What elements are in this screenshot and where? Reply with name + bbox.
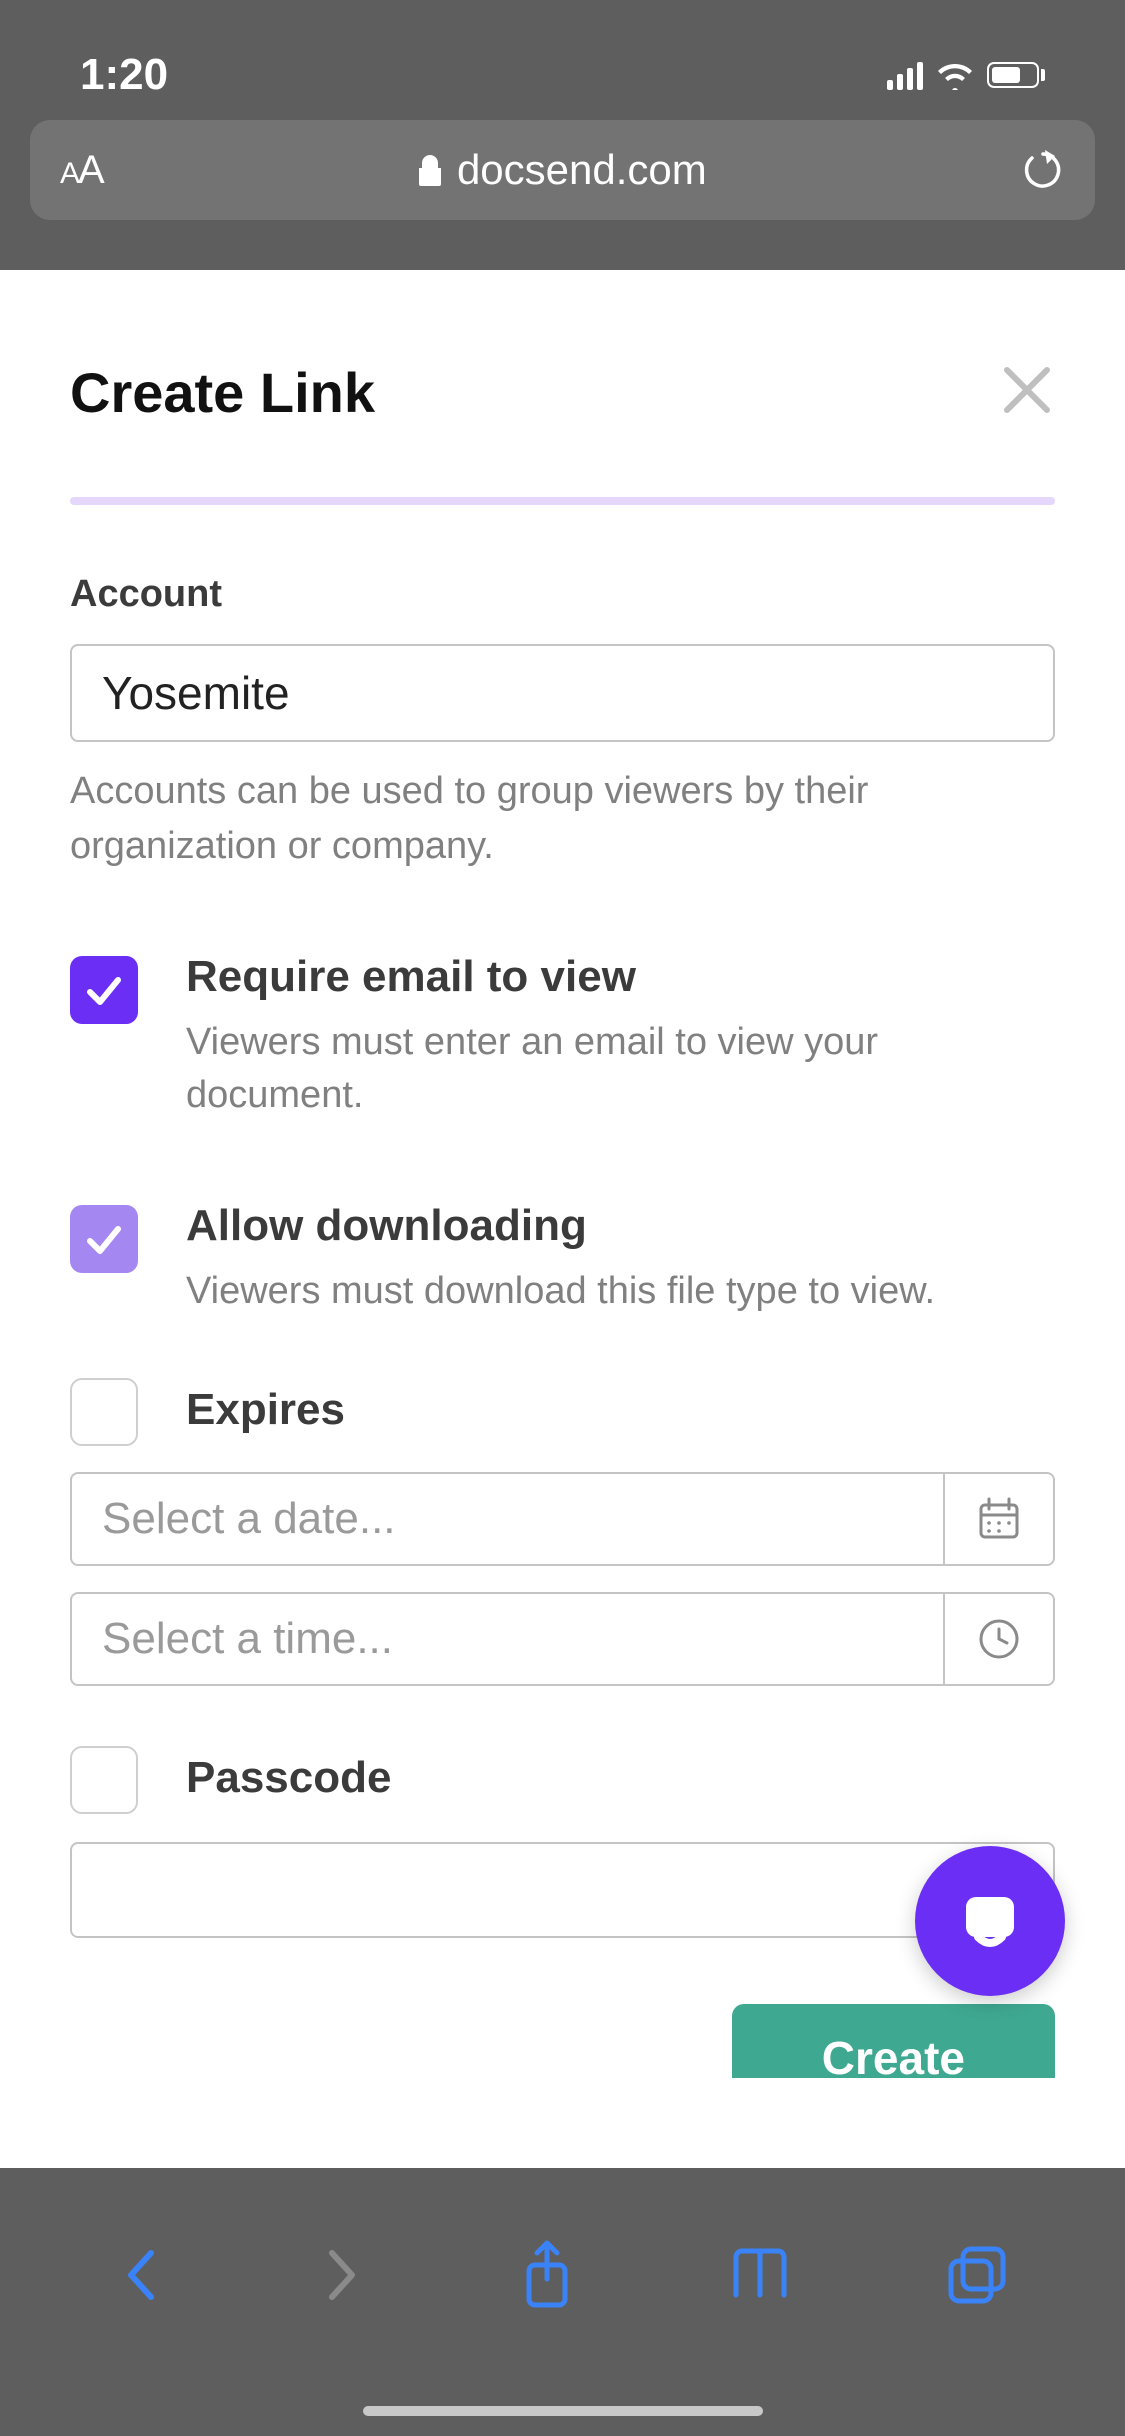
passcode-title: Passcode (186, 1753, 391, 1803)
bookmarks-button[interactable] (728, 2245, 792, 2310)
back-button[interactable] (117, 2243, 165, 2312)
url-bar[interactable]: AA docsend.com (30, 120, 1095, 220)
battery-icon (987, 62, 1045, 88)
chat-widget-button[interactable] (915, 1846, 1065, 1996)
browser-top-chrome: 1:20 AA docsend.com (0, 0, 1125, 270)
expires-date-field[interactable]: Select a date... (70, 1472, 1055, 1566)
forward-button (318, 2243, 366, 2312)
header-divider (70, 497, 1055, 505)
allow-download-desc: Viewers must download this file type to … (186, 1265, 935, 1318)
status-time: 1:20 (80, 50, 168, 100)
page-title: Create Link (70, 360, 375, 425)
home-indicator[interactable] (363, 2406, 763, 2416)
lock-icon (417, 154, 443, 186)
close-button[interactable] (999, 362, 1055, 423)
require-email-desc: Viewers must enter an email to view your… (186, 1016, 1055, 1122)
passcode-checkbox[interactable] (70, 1746, 138, 1814)
expires-title: Expires (186, 1385, 345, 1435)
text-size-button[interactable]: AA (60, 148, 103, 193)
wifi-icon (935, 60, 975, 90)
cellular-signal-icon (887, 60, 923, 90)
page-content: Create Link Account Accounts can be used… (0, 270, 1125, 2078)
clock-icon[interactable] (943, 1594, 1053, 1684)
account-helper-text: Accounts can be used to group viewers by… (70, 764, 1055, 874)
status-bar: 1:20 (0, 0, 1125, 120)
expires-checkbox[interactable] (70, 1378, 138, 1446)
calendar-icon[interactable] (943, 1474, 1053, 1564)
share-button[interactable] (519, 2239, 575, 2316)
passcode-input[interactable] (70, 1842, 1055, 1938)
expires-time-field[interactable]: Select a time... (70, 1592, 1055, 1686)
expires-time-placeholder: Select a time... (72, 1594, 943, 1684)
require-email-title: Require email to view (186, 952, 1055, 1002)
reload-button[interactable] (1021, 148, 1065, 192)
tabs-button[interactable] (945, 2243, 1009, 2312)
expires-date-placeholder: Select a date... (72, 1474, 943, 1564)
create-button[interactable]: Create (732, 2004, 1055, 2078)
allow-download-title: Allow downloading (186, 1201, 935, 1251)
url-domain: docsend.com (457, 146, 707, 194)
status-indicators (887, 60, 1045, 90)
browser-bottom-toolbar (0, 2168, 1125, 2436)
account-label: Account (70, 573, 1055, 616)
account-input[interactable] (70, 644, 1055, 742)
require-email-checkbox[interactable] (70, 956, 138, 1024)
allow-download-checkbox[interactable] (70, 1205, 138, 1273)
